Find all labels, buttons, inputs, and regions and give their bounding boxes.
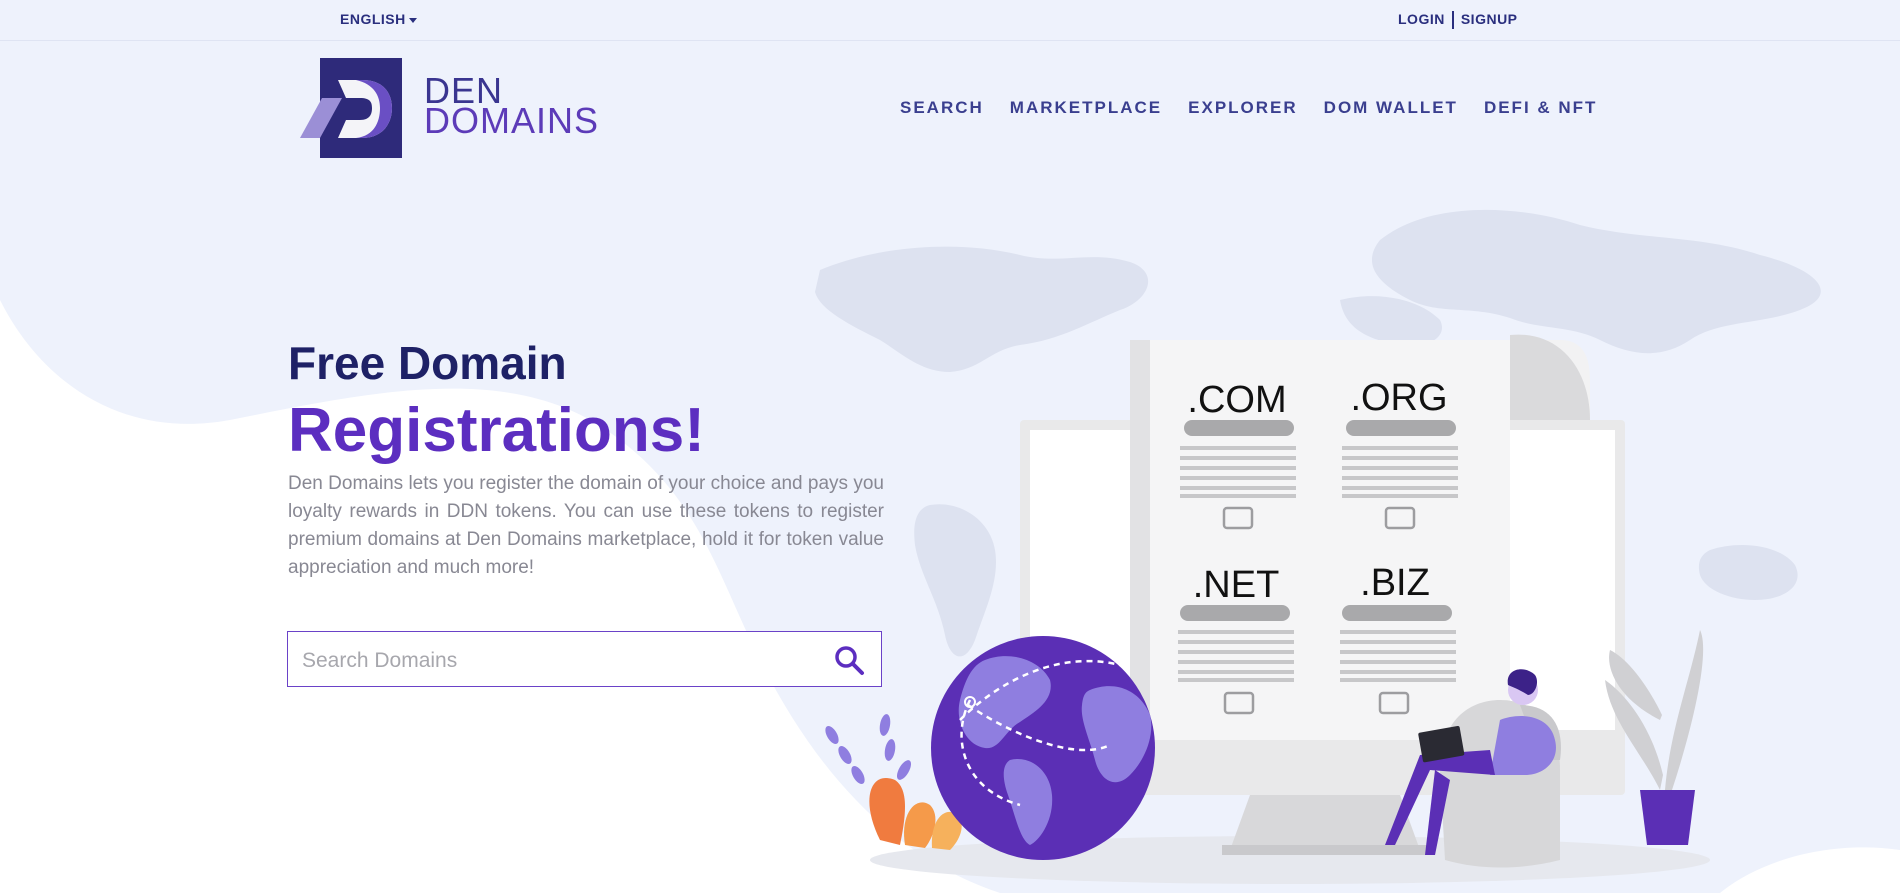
hero-illustration: .COM .ORG .NET .BIZ: [825, 334, 1710, 884]
tld-org-label: .ORG: [1350, 377, 1447, 419]
tld-net-label: .NET: [1193, 564, 1280, 606]
tld-biz-label: .BIZ: [1360, 562, 1430, 604]
tld-com-label: .COM: [1187, 379, 1286, 421]
